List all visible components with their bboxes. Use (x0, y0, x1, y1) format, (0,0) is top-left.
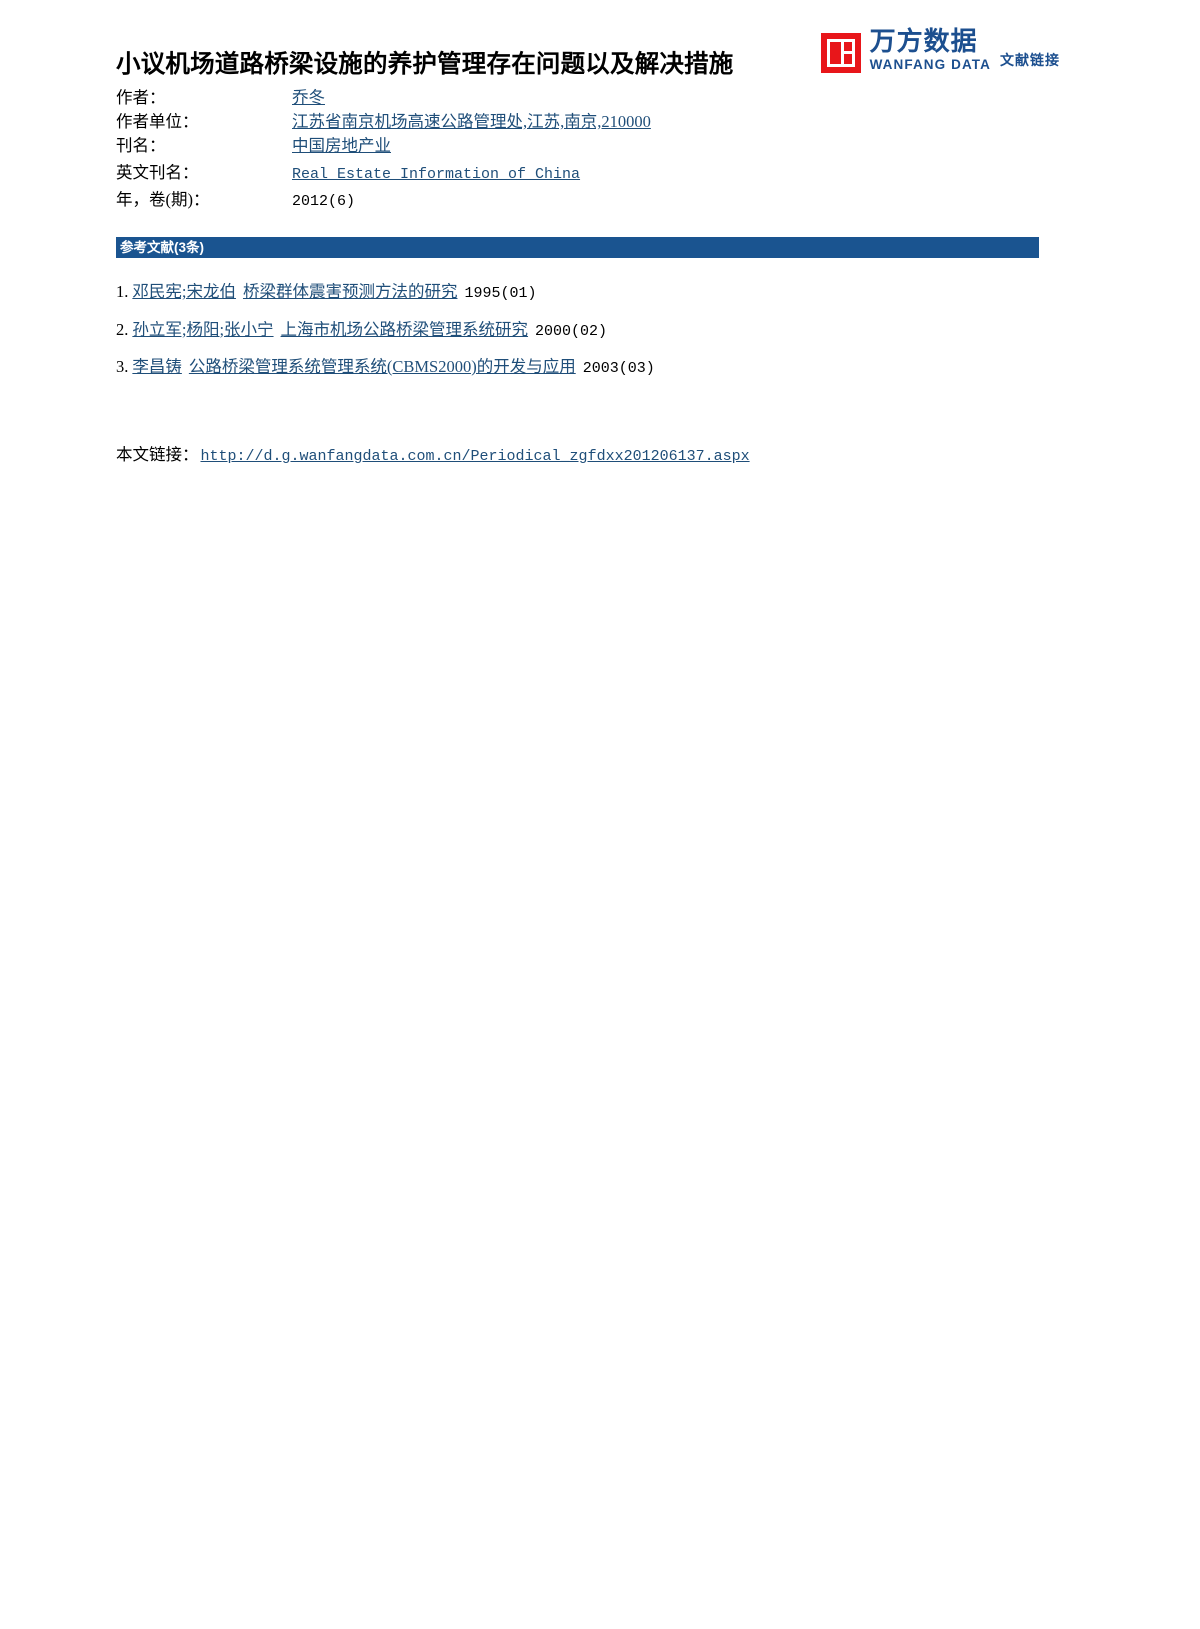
wanfang-logo: 万方数据 WANFANG DATA 文献链接 (820, 28, 1060, 73)
list-item: 1. 邓民宪;宋龙伯 桥梁群体震害预测方法的研究 1995(01) (116, 278, 1076, 302)
permalink-row: 本文链接： http://d.g.wanfangdata.com.cn/Peri… (116, 441, 750, 465)
reference-year: 2000(02) (535, 322, 608, 340)
metadata-value-journal[interactable]: 中国房地产业 (292, 132, 391, 156)
metadata-row-affiliation: 作者单位： 江苏省南京机场高速公路管理处,江苏,南京,210000 (116, 108, 1016, 132)
logo-wordmark: 万方数据 WANFANG DATA (870, 28, 991, 73)
metadata-row-author: 作者： 乔冬 (116, 84, 1016, 108)
metadata-label-affiliation: 作者单位： (116, 112, 199, 131)
reference-title[interactable]: 公路桥梁管理系统管理系统(CBMS2000)的开发与应用 (189, 353, 576, 377)
reference-index: 1. (116, 282, 129, 301)
page-title: 小议机场道路桥梁设施的养护管理存在问题以及解决措施 (116, 51, 734, 78)
references-section-header: 参考文献(3条) (116, 237, 1039, 258)
logo-english-name: WANFANG DATA (869, 57, 991, 72)
references-list: 1. 邓民宪;宋龙伯 桥梁群体震害预测方法的研究 1995(01) 2. 孙立军… (116, 278, 1076, 391)
logo-chinese-name: 万方数据 (869, 26, 978, 56)
metadata-label-journal-en: 英文刊名： (116, 163, 199, 182)
reference-year: 2003(03) (582, 360, 655, 377)
metadata-table: 作者： 乔冬 作者单位： 江苏省南京机场高速公路管理处,江苏,南京,210000… (116, 84, 1016, 213)
list-item: 2. 孙立军;杨阳;张小宁 上海市机场公路桥梁管理系统研究 2000(02) (116, 316, 1076, 340)
logo-bars-right (843, 41, 852, 64)
metadata-row-journal-en: 英文刊名： Real Estate Information of China (116, 159, 1016, 186)
list-item: 3. 李昌铸 公路桥梁管理系统管理系统(CBMS2000)的开发与应用 2003… (116, 353, 1076, 377)
permalink-label: 本文链接： (116, 445, 199, 464)
permalink-url[interactable]: http://d.g.wanfangdata.com.cn/Periodical… (201, 448, 750, 465)
metadata-label-author: 作者： (116, 88, 166, 107)
metadata-row-year-volume: 年，卷(期)： 2012(6) (116, 186, 1016, 213)
reference-year: 1995(01) (464, 285, 537, 302)
metadata-value-affiliation[interactable]: 江苏省南京机场高速公路管理处,江苏,南京,210000 (292, 108, 651, 132)
logo-bar-bottom (843, 54, 852, 64)
logo-bar-left (829, 41, 841, 64)
logo-tagline: 文献链接 (1000, 53, 1060, 69)
document-page: 万方数据 WANFANG DATA 文献链接 小议机场道路桥梁设施的养护管理存在… (0, 0, 1200, 1629)
metadata-value-year-volume: 2012(6) (292, 193, 356, 210)
reference-authors[interactable]: 邓民宪;宋龙伯 (132, 278, 236, 302)
wanfang-logo-icon (820, 32, 861, 73)
reference-index: 3. (116, 357, 129, 376)
reference-index: 2. (116, 319, 129, 339)
reference-authors[interactable]: 孙立军;杨阳;张小宁 (132, 316, 273, 340)
metadata-value-journal-en[interactable]: Real Estate Information of China (292, 166, 580, 183)
metadata-label-year-volume: 年，卷(期)： (116, 190, 210, 209)
metadata-row-journal: 刊名： 中国房地产业 (116, 132, 1016, 159)
reference-title[interactable]: 桥梁群体震害预测方法的研究 (243, 278, 458, 302)
reference-authors[interactable]: 李昌铸 (132, 353, 182, 377)
logo-bar-top (843, 41, 852, 51)
metadata-value-author[interactable]: 乔冬 (292, 84, 325, 108)
metadata-label-journal: 刊名： (116, 136, 166, 155)
reference-title[interactable]: 上海市机场公路桥梁管理系统研究 (281, 316, 529, 340)
